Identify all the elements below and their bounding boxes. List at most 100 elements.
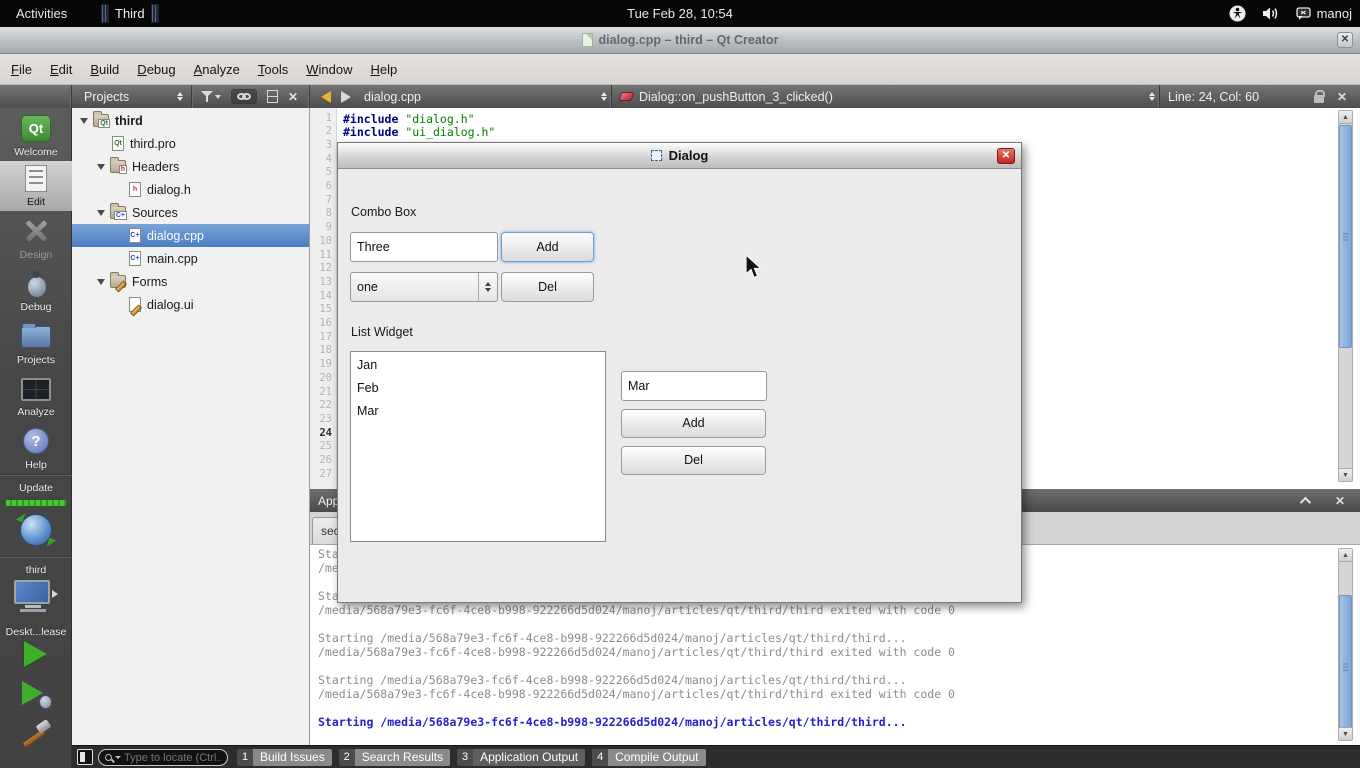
separator	[0, 556, 72, 558]
mode-debug[interactable]: Debug	[0, 266, 72, 316]
user-menu[interactable]: manoj	[1296, 6, 1352, 21]
window-list-button[interactable]: Third	[98, 2, 162, 25]
lock-icon[interactable]	[1314, 95, 1324, 103]
pane-button-application-output[interactable]: 3Application Output	[457, 749, 585, 766]
projects-mode-icon	[21, 326, 51, 348]
mode-projects[interactable]: Projects	[0, 319, 72, 369]
window-close-button[interactable]: ✕	[1337, 32, 1353, 48]
open-document-name[interactable]: dialog.cpp	[364, 90, 421, 104]
dialog-close-button[interactable]: ✕	[997, 148, 1015, 164]
scroll-down-icon[interactable]: ▼	[1339, 727, 1352, 740]
tree-row-Sources[interactable]: C+Sources	[72, 201, 309, 224]
menu-tools[interactable]: Tools	[249, 57, 297, 82]
line-number: 5	[326, 166, 332, 178]
function-icon	[619, 92, 635, 101]
list-item-mar[interactable]: Mar	[351, 400, 605, 423]
combo-text-input[interactable]	[350, 232, 498, 262]
close-editor-icon[interactable]: ✕	[1332, 90, 1352, 104]
update-globe-icon[interactable]	[20, 514, 52, 546]
mode-label-debug: Debug	[0, 301, 72, 313]
tree-row-main-cpp[interactable]: C+main.cpp	[72, 247, 309, 270]
menu-edit[interactable]: Edit	[41, 57, 81, 82]
current-symbol[interactable]: Dialog::on_pushButton_3_clicked()	[639, 90, 833, 104]
list-widget[interactable]: JanFebMar	[350, 351, 606, 542]
list-item-feb[interactable]: Feb	[351, 377, 605, 400]
list-item-jan[interactable]: Jan	[351, 354, 605, 377]
menu-window[interactable]: Window	[297, 57, 361, 82]
scroll-down-icon[interactable]: ▼	[1339, 468, 1352, 481]
combo-del-button[interactable]: Del	[501, 272, 594, 302]
expander-icon[interactable]	[97, 210, 105, 216]
output-scrollbar[interactable]: ▲ ▼	[1338, 548, 1353, 741]
menu-analyze[interactable]: Analyze	[185, 57, 249, 82]
volume-icon[interactable]	[1262, 6, 1280, 21]
target-project-label: third	[0, 564, 72, 576]
locator-input[interactable]	[124, 752, 221, 764]
mode-analyze[interactable]: Analyze	[0, 371, 72, 421]
scrollbar-thumb[interactable]	[1339, 595, 1352, 738]
accessibility-icon[interactable]	[1229, 5, 1246, 22]
mode-welcome[interactable]: QtWelcome	[0, 111, 72, 161]
menu-help[interactable]: Help	[361, 57, 406, 82]
expander-icon[interactable]	[97, 279, 105, 285]
scrollbar-thumb[interactable]	[1339, 125, 1352, 348]
pane-button-search-results[interactable]: 2Search Results	[339, 749, 450, 766]
close-output-pane-icon[interactable]: ✕	[1330, 494, 1350, 508]
line-number: 21	[319, 386, 332, 398]
expander-icon[interactable]	[80, 118, 88, 124]
line-number: 25	[319, 440, 332, 452]
mode-edit[interactable]: Edit	[0, 161, 72, 211]
filter-icon[interactable]	[201, 91, 221, 102]
run-debug-button[interactable]	[22, 681, 52, 709]
symbol-selector-spinner-icon[interactable]	[1145, 92, 1159, 101]
activities-button[interactable]: Activities	[10, 0, 73, 27]
go-back-icon[interactable]	[321, 91, 331, 103]
close-pane-icon[interactable]: ✕	[283, 90, 303, 104]
line-number: 23	[319, 413, 332, 425]
menu-build[interactable]: Build	[81, 57, 128, 82]
pane-button-build-issues[interactable]: 1Build Issues	[237, 749, 332, 766]
scroll-up-icon[interactable]: ▲	[1339, 111, 1352, 124]
list-add-button[interactable]: Add	[621, 409, 766, 438]
code-line-1: #include "dialog.h"	[343, 112, 475, 126]
expander-icon[interactable]	[97, 164, 105, 170]
pane-button-compile-output[interactable]: 4Compile Output	[592, 749, 705, 766]
split-icon[interactable]	[267, 90, 278, 103]
line-number: 17	[319, 331, 332, 343]
go-forward-icon[interactable]	[341, 91, 351, 103]
document-selector-spinner-icon[interactable]	[597, 92, 611, 101]
tree-row-third-pro[interactable]: Qtthird.pro	[72, 132, 309, 155]
scroll-up-icon[interactable]: ▲	[1339, 549, 1352, 562]
dialog-titlebar[interactable]: Dialog ✕	[338, 143, 1021, 169]
locator-search[interactable]	[98, 749, 228, 766]
editor-scrollbar[interactable]: ▲ ▼	[1338, 110, 1353, 482]
combo-add-button[interactable]: Add	[501, 232, 594, 262]
pane-selector-spinner-icon[interactable]	[173, 92, 187, 101]
toggle-sidebar-icon[interactable]	[77, 749, 93, 765]
list-text-input[interactable]	[621, 371, 767, 401]
target-selector-icon[interactable]	[14, 580, 52, 616]
menu-file[interactable]: File	[2, 57, 41, 82]
mode-help[interactable]: ?Help	[0, 424, 72, 474]
line-number: 15	[319, 303, 332, 315]
run-button[interactable]	[24, 641, 47, 667]
tree-row-third[interactable]: Qtthird	[72, 109, 309, 132]
projects-pane-toolbar: Projects ✕	[72, 85, 310, 108]
maximize-pane-icon[interactable]	[1300, 496, 1311, 507]
combo-spinner-icon[interactable]	[478, 273, 497, 301]
tree-row-Headers[interactable]: hHeaders	[72, 155, 309, 178]
clock[interactable]: Tue Feb 28, 10:54	[0, 0, 1360, 27]
tree-row-Forms[interactable]: Forms	[72, 270, 309, 293]
combo-box[interactable]: one	[350, 272, 498, 302]
tree-row-dialog-ui[interactable]: dialog.ui	[72, 293, 309, 316]
tree-row-dialog-cpp[interactable]: C+dialog.cpp	[72, 224, 309, 247]
projects-pane-title[interactable]: Projects	[84, 90, 129, 104]
window-titlebar[interactable]: dialog.cpp – third – Qt Creator ✕	[0, 27, 1360, 54]
build-button[interactable]	[20, 720, 52, 750]
menu-debug[interactable]: Debug	[128, 57, 184, 82]
list-del-button[interactable]: Del	[621, 446, 766, 475]
mode-label-help: Help	[0, 459, 72, 471]
tree-row-dialog-h[interactable]: hdialog.h	[72, 178, 309, 201]
link-with-editor-icon[interactable]	[231, 89, 257, 104]
search-options-icon[interactable]	[115, 756, 121, 759]
